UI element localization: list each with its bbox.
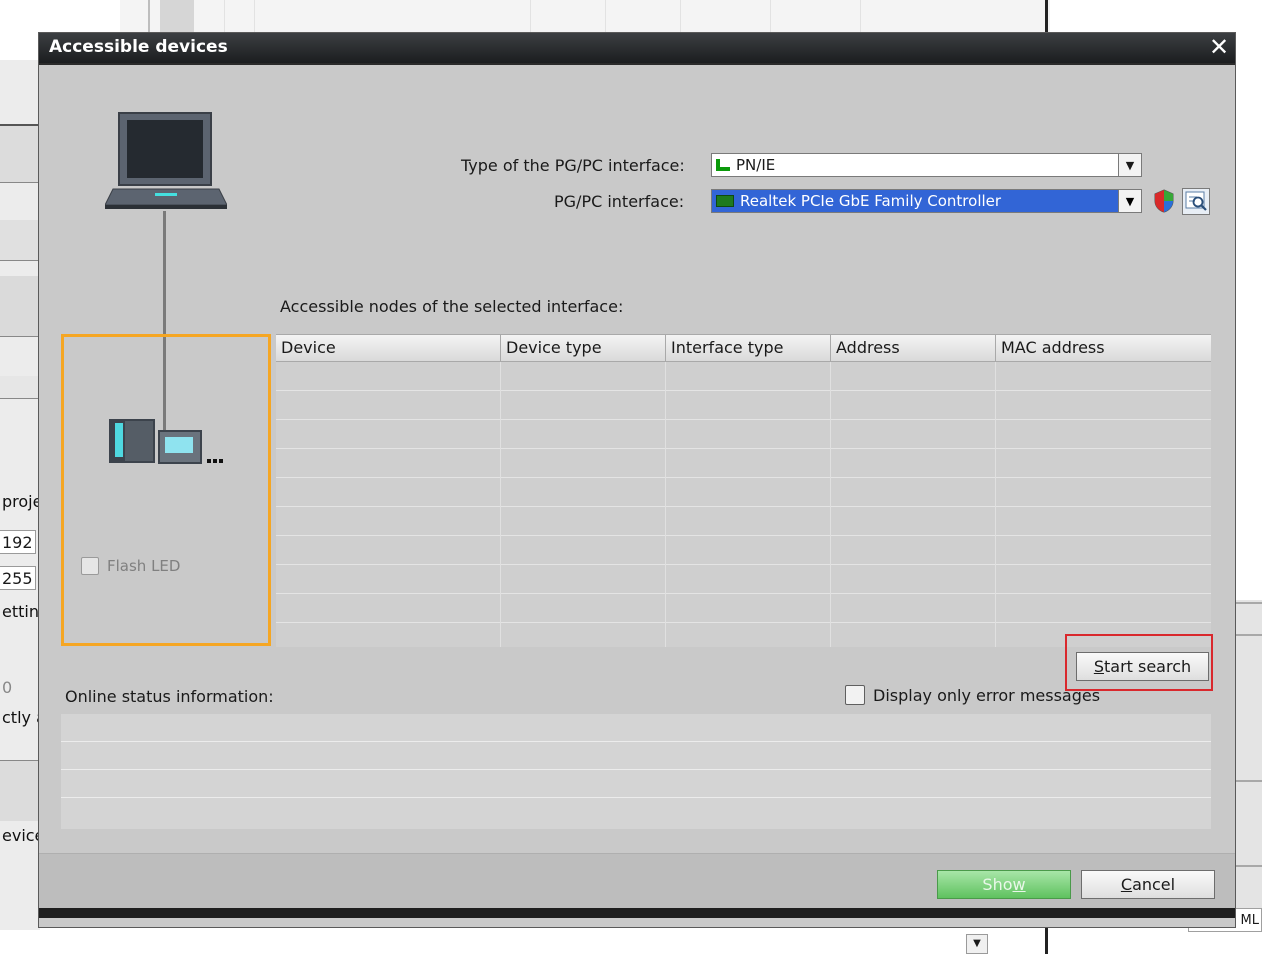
background-left-panel: proje 192 255 etting 0 ctly a evice [0,60,40,930]
flash-led-checkbox[interactable]: Flash LED [81,557,180,575]
list-item [61,770,1211,798]
network-card-icon [716,195,734,207]
accessible-devices-dialog: Accessible devices ✕ Flash LED Type of t… [38,32,1236,928]
interface-type-value: PN/IE [736,156,776,174]
pg-pc-interface-value: Realtek PCIe GbE Family Controller [740,192,1002,210]
chevron-down-icon: ▼ [966,934,988,954]
table-row[interactable] [276,449,1211,478]
list-item [61,714,1211,742]
accessible-nodes-label: Accessible nodes of the selected interfa… [280,297,624,316]
background-text: 0 [2,678,13,697]
dialog-title: Accessible devices [49,37,228,57]
close-icon: ✕ [1208,33,1230,61]
column-header-mac-address[interactable]: MAC address [996,335,1211,361]
table-row[interactable] [276,362,1211,391]
flash-led-label: Flash LED [107,557,181,575]
checkbox-box[interactable] [845,685,865,705]
show-button[interactable]: Show [937,870,1071,899]
table-row[interactable] [276,478,1211,507]
background-field: 255 [0,566,36,590]
background-divider [1045,0,1048,32]
background-text: ctly a [2,708,40,727]
background-right-panel [1236,600,1262,930]
background-text: evice [2,826,40,845]
shield-icon[interactable] [1153,189,1175,213]
diagnostics-icon [1185,191,1207,211]
device-panel [61,334,271,646]
chevron-down-icon[interactable]: ▼ [1118,154,1141,176]
online-status-list[interactable] [61,714,1211,829]
table-row[interactable] [276,594,1211,623]
table-row[interactable] [276,536,1211,565]
table-row[interactable] [276,391,1211,420]
cancel-button[interactable]: Cancel [1081,870,1215,899]
checkbox-box[interactable] [81,557,99,575]
column-header-device-type[interactable]: Device type [501,335,666,361]
interface-type-label: Type of the PG/PC interface: [461,156,685,175]
error-messages-checkbox[interactable]: Display only error messages [845,685,1100,705]
background-toolbar [120,0,1050,33]
column-header-device[interactable]: Device [276,335,501,361]
column-header-interface-type[interactable]: Interface type [666,335,831,361]
background-field: 192 [0,530,36,554]
pg-pc-interface-dropdown[interactable]: Realtek PCIe GbE Family Controller ▼ [711,189,1142,213]
computer-icon [105,112,227,209]
background-text: proje [2,492,40,511]
table-row[interactable] [276,420,1211,449]
column-header-address[interactable]: Address [831,335,996,361]
pnie-network-icon [716,159,730,171]
error-messages-label: Display only error messages [873,685,1101,705]
highlight-box [1065,634,1213,691]
online-status-label: Online status information: [65,687,274,706]
list-item [61,798,1211,825]
table-header: Device Device type Interface type Addres… [276,335,1211,362]
background-text: etting [2,602,40,621]
table-row[interactable] [276,507,1211,536]
background-divider [1045,928,1048,954]
table-row[interactable] [276,565,1211,594]
accessible-nodes-table[interactable]: Device Device type Interface type Addres… [276,334,1211,647]
list-item [61,742,1211,770]
diagnostics-button[interactable] [1182,188,1210,215]
chevron-down-icon[interactable]: ▼ [1118,190,1141,212]
interface-type-dropdown[interactable]: PN/IE ▼ [711,153,1142,177]
dialog-titlebar: Accessible devices ✕ [39,33,1235,63]
pg-pc-interface-label: PG/PC interface: [554,192,685,211]
close-button[interactable]: ✕ [1207,33,1231,61]
plc-device-icon [109,419,223,464]
